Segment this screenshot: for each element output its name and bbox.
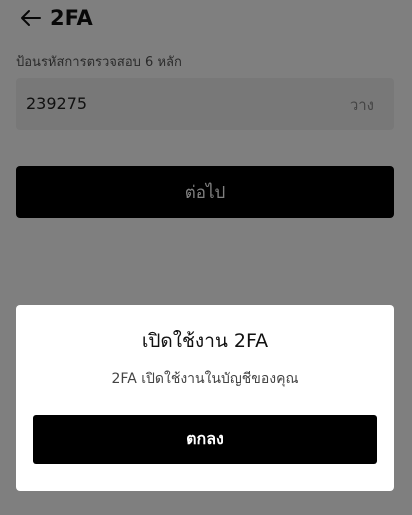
enable-2fa-dialog: เปิดใช้งาน 2FA 2FA เปิดใช้งานในบัญชีของค… — [16, 305, 394, 491]
ok-button[interactable]: ตกลง — [33, 415, 377, 464]
dialog-message: 2FA เปิดใช้งานในบัญชีของคุณ — [111, 371, 299, 387]
dialog-title: เปิดใช้งาน 2FA — [141, 330, 269, 352]
